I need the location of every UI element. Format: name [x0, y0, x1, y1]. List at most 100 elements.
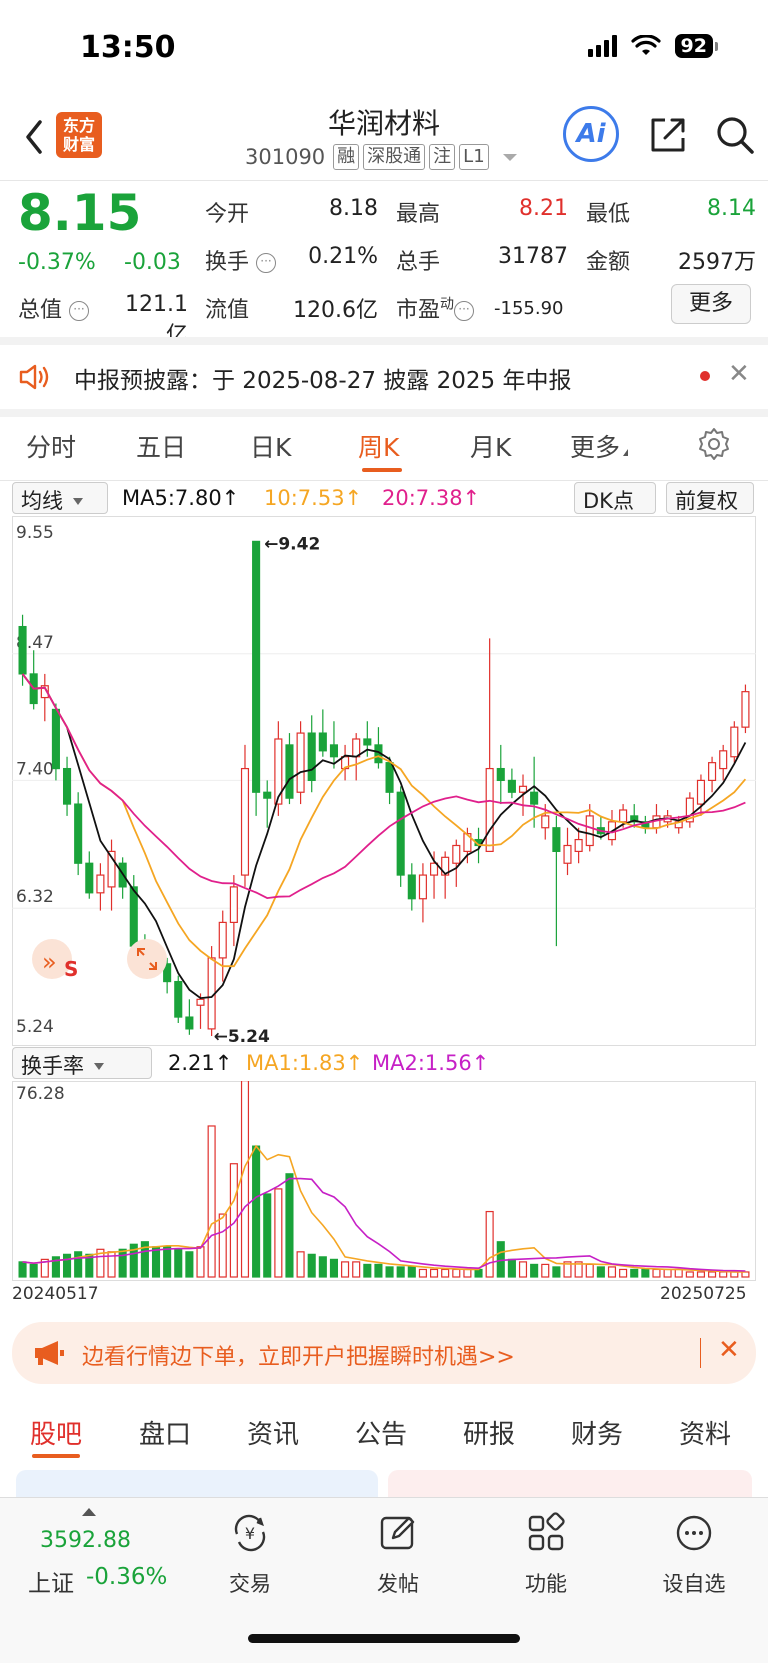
- candle-down: [285, 744, 294, 799]
- candle-down: [318, 732, 327, 752]
- info-dots-icon[interactable]: ···: [256, 253, 277, 273]
- pe-value: -155.90: [494, 298, 564, 319]
- stock-code: 301090: [245, 145, 326, 169]
- turnover-bar-up: [418, 1268, 427, 1278]
- turnover-bar-up: [652, 1268, 661, 1278]
- candle-down: [252, 540, 261, 793]
- volume-max-label: 76.28: [16, 1084, 65, 1104]
- nav-functions-label: 功能: [525, 1572, 567, 1596]
- tab-more[interactable]: 更多: [570, 428, 629, 464]
- turnover-bar-down: [118, 1248, 127, 1278]
- tag-level: L1: [459, 144, 489, 170]
- info-dots-icon[interactable]: ···: [454, 301, 475, 321]
- candle-up: [196, 998, 205, 1006]
- min-price-annotation: ←5.24: [214, 1027, 270, 1046]
- signal-s-button[interactable]: » S: [32, 939, 78, 981]
- tab-five-day[interactable]: 五日: [136, 428, 186, 464]
- candle-up: [708, 762, 717, 782]
- turnover-bar-down: [407, 1266, 416, 1278]
- tab-monthly[interactable]: 月K: [470, 428, 511, 464]
- candle-up: [229, 886, 238, 924]
- adjust-button[interactable]: 前复权: [666, 482, 754, 514]
- stock-code-row[interactable]: 301090 融 深股通 注 L1: [245, 144, 517, 170]
- close-icon[interactable]: ✕: [718, 1335, 740, 1365]
- float-cap-value: 120.6亿: [293, 298, 378, 323]
- dk-point-button[interactable]: DK点: [574, 482, 656, 514]
- corner-triangle-icon: [623, 449, 629, 456]
- tab-news[interactable]: 资讯: [247, 1414, 299, 1451]
- trade-icon: ¥: [234, 1514, 266, 1552]
- period-tabs: 分时 五日 日K 周K 月K 更多: [0, 418, 768, 480]
- turnover-bar-down: [62, 1253, 72, 1278]
- notice-bar[interactable]: 中报预披露：于 2025-08-27 披露 2025 年中报 ✕: [0, 345, 768, 409]
- ai-button[interactable]: Ai: [563, 106, 619, 162]
- total-cap-label: 总值 ···: [18, 292, 90, 324]
- close-icon[interactable]: ✕: [728, 359, 750, 389]
- edit-post-icon: [380, 1516, 415, 1550]
- open-label: 今开: [205, 202, 250, 227]
- tag-connect: 深股通: [363, 144, 426, 170]
- turnover-bar-down: [151, 1246, 161, 1278]
- more-button[interactable]: 更多: [671, 284, 751, 324]
- expand-chart-button[interactable]: [127, 939, 167, 979]
- nav-functions[interactable]: 功能: [501, 1512, 591, 1598]
- nav-post[interactable]: 发帖: [353, 1512, 443, 1598]
- tab-profile[interactable]: 资料: [679, 1414, 731, 1451]
- index-name: 上证: [28, 1571, 74, 1597]
- turnover-bar-down: [374, 1263, 383, 1278]
- indicator-dropdown[interactable]: 均线: [12, 482, 108, 514]
- turnover-rate-value: 2.21↑: [168, 1051, 233, 1075]
- candlestick-chart[interactable]: 9.558.477.406.325.24←9.42←5.24» S: [12, 516, 756, 1046]
- signal-s-label: S: [64, 957, 78, 981]
- turnover-bar-chart[interactable]: 76.28: [12, 1081, 756, 1281]
- nav-trade-label: 交易: [229, 1572, 271, 1596]
- volume-indicator-dropdown[interactable]: 换手率: [12, 1047, 152, 1079]
- tab-intraday[interactable]: 分时: [26, 428, 76, 464]
- info-dots-icon[interactable]: ···: [69, 301, 90, 321]
- tab-research[interactable]: 研报: [463, 1414, 515, 1451]
- notice-text: 中报预披露：于 2025-08-27 披露 2025 年中报: [74, 368, 572, 394]
- svg-text:¥: ¥: [245, 1524, 255, 1543]
- status-time: 13:50: [80, 30, 176, 65]
- tab-pankou[interactable]: 盘口: [139, 1414, 191, 1451]
- candle-up: [240, 767, 250, 876]
- tab-weekly[interactable]: 周K: [358, 428, 399, 464]
- total-cap-label-text: 总值: [18, 298, 63, 323]
- low-value: 8.14: [707, 196, 756, 221]
- nav-trade[interactable]: ¥ 交易: [205, 1512, 295, 1598]
- turnover-bar-up: [485, 1210, 494, 1278]
- current-price: 8.15: [18, 184, 142, 242]
- account-ad-banner[interactable]: 边看行情边下单，立即开户把握瞬时机遇>> ✕: [12, 1322, 756, 1384]
- card-peek-right: [388, 1470, 752, 1500]
- tab-daily[interactable]: 日K: [250, 428, 291, 464]
- candle-down: [51, 708, 60, 770]
- ad-divider: [700, 1338, 701, 1368]
- turnover-bar-down: [307, 1253, 316, 1278]
- share-icon[interactable]: [645, 112, 691, 158]
- candle-down: [363, 738, 372, 746]
- candle-down: [407, 874, 416, 900]
- candle-down: [18, 625, 27, 675]
- candle-up: [619, 809, 628, 823]
- tab-announcements[interactable]: 公告: [355, 1414, 407, 1451]
- nav-watchlist[interactable]: 设自选: [649, 1512, 739, 1598]
- search-icon[interactable]: [712, 112, 758, 158]
- chevron-down-icon[interactable]: [502, 153, 517, 161]
- candle-up: [485, 767, 494, 853]
- candle-down: [496, 767, 505, 782]
- tab-guba[interactable]: 股吧: [30, 1414, 82, 1451]
- candle-down: [129, 886, 138, 947]
- cellular-signal-icon: [587, 35, 617, 57]
- double-chevron-icon: »: [42, 948, 57, 976]
- gear-icon[interactable]: [696, 426, 732, 462]
- change-value: -0.03: [124, 250, 181, 275]
- turnover-bar-down: [329, 1258, 339, 1278]
- index-value[interactable]: 3592.88: [40, 1528, 131, 1553]
- expand-up-icon[interactable]: [82, 1508, 96, 1516]
- tab-finance[interactable]: 财务: [571, 1414, 623, 1451]
- turnover-bar-up: [341, 1261, 350, 1278]
- turnover-bar-up: [274, 1188, 283, 1278]
- turnover-bar-up: [619, 1268, 628, 1278]
- candle-up: [352, 738, 361, 758]
- expand-button-bg: [127, 939, 167, 979]
